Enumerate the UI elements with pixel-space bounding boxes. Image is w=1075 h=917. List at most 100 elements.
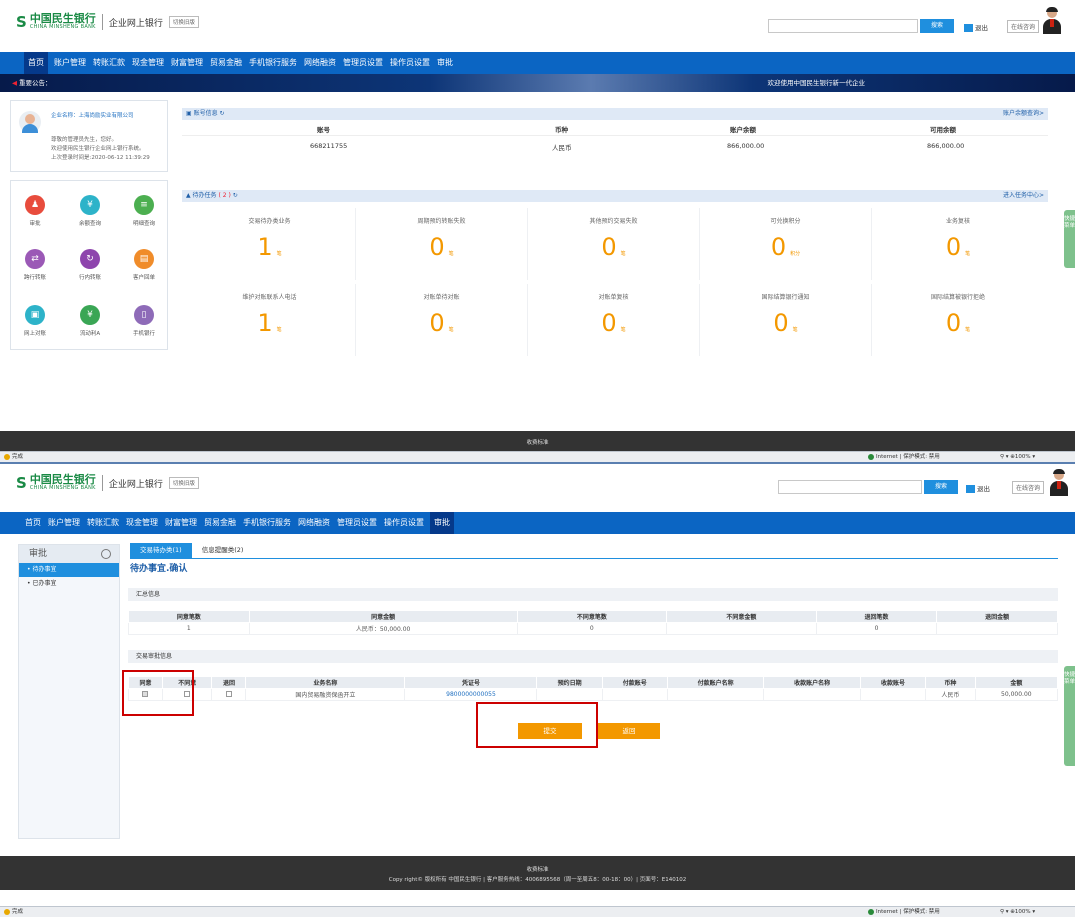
col-header: 收款账户名称 xyxy=(763,676,861,689)
liquidity-icon: ¥ xyxy=(80,305,100,325)
zoom-control[interactable]: ⚲ ▾ ⊕100% ▾ xyxy=(1000,452,1035,462)
col-header: 退回金额 xyxy=(936,610,1058,623)
logout-button[interactable]: 退出 xyxy=(964,22,988,32)
nav-trade[interactable]: 贸易金融 xyxy=(209,52,243,74)
nav-wealth[interactable]: 财富管理 xyxy=(170,52,204,74)
nav-transfer[interactable]: 转账汇款 xyxy=(86,512,120,534)
task-count: 0 xyxy=(773,309,789,337)
nav-admin[interactable]: 管理员设置 xyxy=(342,52,384,74)
online-consult-button[interactable]: 在线咨询 xyxy=(1012,481,1045,494)
task-card[interactable]: 维护对账联系人电话 1 笔 xyxy=(184,284,356,356)
switch-old-version[interactable]: 切换旧版 xyxy=(168,16,199,28)
nav-admin[interactable]: 管理员设置 xyxy=(336,512,378,534)
nav-approval[interactable]: 审批 xyxy=(436,52,454,74)
tasks-bar: ▲ 待办任务( 2 ) ↻ 进入任务中心> xyxy=(182,190,1048,202)
task-count: 0 xyxy=(945,309,962,337)
nav-mobile[interactable]: 手机银行服务 xyxy=(242,512,292,534)
quick-label: 手机银行 xyxy=(132,331,155,337)
refresh-icon[interactable]: ↻ xyxy=(231,192,238,199)
quick-item[interactable]: ▯ 手机银行 xyxy=(124,305,164,337)
nav-cash[interactable]: 现金管理 xyxy=(125,512,159,534)
agree-count: 1 xyxy=(128,622,250,635)
task-unit: 笔 xyxy=(620,327,626,333)
back-button[interactable]: 返回 xyxy=(598,723,660,739)
nav-financing[interactable]: 网络融资 xyxy=(303,52,337,74)
return-amount xyxy=(936,622,1058,635)
zoom-control[interactable]: ⚲ ▾ ⊕100% ▾ xyxy=(1000,907,1035,917)
logout-icon xyxy=(964,24,973,32)
quick-item[interactable]: ¥ 余额查询 xyxy=(70,195,110,227)
footer-fees[interactable]: 收费标准 xyxy=(0,865,1075,873)
nav-mobile[interactable]: 手机银行服务 xyxy=(248,52,298,74)
balance-query-link[interactable]: 账户余额查询> xyxy=(1003,108,1044,120)
task-card[interactable]: 业务复核 0 笔 xyxy=(872,208,1044,280)
nav-account[interactable]: 账户管理 xyxy=(53,52,87,74)
greeting-panel: 企业名称：上海尚励实业有限公司 尊敬的管理员先生，您好。 欢迎使用民生银行企业网… xyxy=(10,100,168,172)
nav-account[interactable]: 账户管理 xyxy=(47,512,81,534)
col-header: 可用余额 xyxy=(930,126,956,134)
company-name: 企业名称：上海尚励实业有限公司 xyxy=(51,113,134,119)
brand-en: CHINA MINSHENG BANK xyxy=(29,485,96,491)
assistant-avatar-icon[interactable] xyxy=(1043,7,1061,34)
task-label: 其他预约交易失败 xyxy=(589,218,638,225)
collapse-icon[interactable] xyxy=(101,549,111,559)
logout-label: 退出 xyxy=(977,485,990,493)
return-cell xyxy=(211,688,247,701)
footer-fees[interactable]: 收费标准 xyxy=(0,431,1075,451)
task-card[interactable]: 国际结算银行通知 0 笔 xyxy=(700,284,872,356)
tab-info[interactable]: 信息提醒类(2) xyxy=(192,543,254,558)
nav-trade[interactable]: 贸易金融 xyxy=(203,512,237,534)
payee-name xyxy=(763,688,861,701)
nav-transfer[interactable]: 转账汇款 xyxy=(92,52,126,74)
quick-menu-tab[interactable]: 快捷菜单 xyxy=(1064,666,1075,766)
search-input[interactable] xyxy=(778,480,922,494)
task-card[interactable]: 可兑换积分 0 积分 xyxy=(700,208,872,280)
return-checkbox[interactable] xyxy=(225,690,232,697)
task-center-link[interactable]: 进入任务中心> xyxy=(1003,190,1044,202)
search-button[interactable]: 搜索 xyxy=(924,480,958,494)
task-count: 0 xyxy=(770,233,787,261)
account-bar: ▣ 账号信息 ↻ 账户余额查询> xyxy=(182,108,1048,120)
nav-home[interactable]: 首页 xyxy=(24,512,42,534)
voucher-link[interactable]: 9800000000055 xyxy=(404,688,538,701)
sidebar-item-done[interactable]: • 已办事宜 xyxy=(19,577,119,591)
nav-cash[interactable]: 现金管理 xyxy=(131,52,165,74)
refresh-icon[interactable]: ↻ xyxy=(218,110,225,117)
bank-logo: S 中国民生银行 CHINA MINSHENG BANK 企业网上银行 切换旧版 xyxy=(16,13,199,31)
nav-wealth[interactable]: 财富管理 xyxy=(164,512,198,534)
nav-financing[interactable]: 网络融资 xyxy=(297,512,331,534)
logout-button[interactable]: 退出 xyxy=(966,483,990,493)
available-balance: 866,000.00 xyxy=(927,142,965,150)
col-header: 账号 xyxy=(317,126,330,134)
nav-operator[interactable]: 操作员设置 xyxy=(389,52,431,74)
quick-item[interactable]: ♟ 审批 xyxy=(15,195,55,227)
sidebar-item-pending[interactable]: • 待办事宜 xyxy=(19,563,119,577)
task-card[interactable]: 周期预约转账失败 0 笔 xyxy=(356,208,528,280)
quick-item[interactable]: ¥ 流动利A xyxy=(70,305,110,337)
quick-menu-tab[interactable]: 快捷菜单 xyxy=(1064,210,1075,268)
task-card[interactable]: 对账单复核 0 笔 xyxy=(528,284,700,356)
quick-item[interactable]: ↻ 行内转账 xyxy=(70,249,110,281)
tab-transaction[interactable]: 交易待办类(1) xyxy=(130,543,192,558)
nav-approval[interactable]: 审批 xyxy=(430,512,454,534)
nav-home[interactable]: 首页 xyxy=(24,52,48,74)
task-unit: 笔 xyxy=(276,327,282,333)
quick-item[interactable]: ▣ 网上对账 xyxy=(15,305,55,337)
online-consult-button[interactable]: 在线咨询 xyxy=(1007,20,1040,33)
task-count: 0 xyxy=(601,233,617,261)
quick-item[interactable]: ≡ 明细查询 xyxy=(124,195,164,227)
search-input[interactable] xyxy=(768,19,918,33)
nav-operator[interactable]: 操作员设置 xyxy=(383,512,425,534)
quick-item[interactable]: ▤ 客户回单 xyxy=(124,249,164,281)
task-card[interactable]: 其他预约交易失败 0 笔 xyxy=(528,208,700,280)
main-nav: 首页 账户管理 转账汇款 现金管理 财富管理 贸易金融 手机银行服务 网络融资 … xyxy=(0,512,1075,534)
greeting-hello: 尊敬的管理员先生，您好。 xyxy=(51,137,118,143)
assistant-avatar-icon[interactable] xyxy=(1050,469,1068,496)
quick-item[interactable]: ⇄ 跨行转账 xyxy=(15,249,55,281)
task-card[interactable]: 国际结算被银行拒绝 0 笔 xyxy=(872,284,1044,356)
home-screen: S 中国民生银行 CHINA MINSHENG BANK 企业网上银行 切换旧版 … xyxy=(0,0,1075,462)
search-button[interactable]: 搜索 xyxy=(920,19,954,33)
task-card[interactable]: 对账单待对账 0 笔 xyxy=(356,284,528,356)
task-card[interactable]: 交易待办类业务 1 笔 xyxy=(184,208,356,280)
switch-old-version[interactable]: 切换旧版 xyxy=(168,477,199,489)
